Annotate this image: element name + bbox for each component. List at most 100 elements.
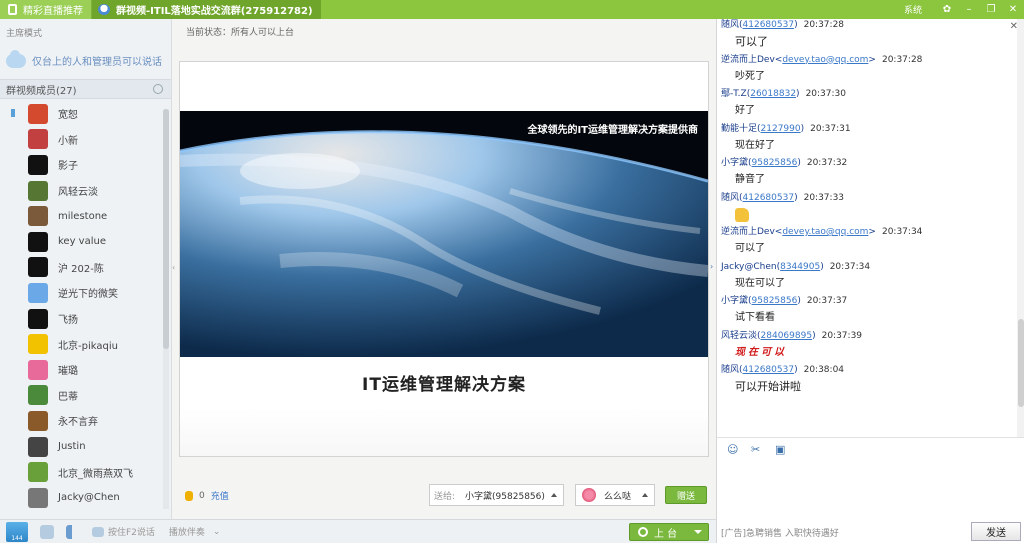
avatar[interactable] bbox=[28, 359, 48, 380]
avatar[interactable] bbox=[28, 462, 48, 483]
member-row[interactable]: 影子 bbox=[0, 152, 162, 178]
avatar[interactable] bbox=[28, 436, 48, 457]
tab-live-recommend[interactable]: 精彩直播推荐 bbox=[0, 0, 92, 19]
sender-name[interactable]: 随风 bbox=[721, 20, 739, 30]
avatar[interactable] bbox=[28, 231, 48, 252]
recharge-link[interactable]: 充值 bbox=[211, 489, 229, 502]
current-status: 当前状态：所有人可以上台 bbox=[186, 28, 295, 38]
avatar[interactable] bbox=[28, 282, 48, 303]
member-row[interactable]: 飞扬 bbox=[0, 306, 162, 332]
sender-id-link[interactable]: 26018832 bbox=[750, 89, 796, 99]
gift-recipient-select[interactable]: 送给: 小字黛(95825856) bbox=[429, 484, 564, 506]
emoji-icon[interactable]: ☺ bbox=[727, 443, 739, 456]
send-gift-button[interactable]: 赠送 bbox=[665, 486, 707, 504]
avatar[interactable] bbox=[28, 206, 48, 227]
member-row[interactable]: 北京-pikaqiu bbox=[0, 331, 162, 357]
sender-id-link[interactable]: 2127990 bbox=[761, 124, 801, 134]
chat-scrollbar[interactable] bbox=[1017, 19, 1024, 437]
avatar[interactable] bbox=[28, 410, 48, 431]
sender-name[interactable]: 随风 bbox=[721, 193, 739, 203]
sender-id-link[interactable]: 412680537 bbox=[743, 193, 795, 203]
minimize-icon[interactable]: – bbox=[958, 0, 980, 19]
send-button[interactable]: 发送 bbox=[971, 522, 1021, 541]
sender-id-link[interactable]: 412680537 bbox=[743, 365, 795, 375]
sender-id-link[interactable]: 95825856 bbox=[752, 158, 798, 168]
chat-message: 小字黛(95825856) 20:37:37 试下看看 bbox=[717, 295, 1017, 330]
collapse-right-icon[interactable]: › bbox=[710, 262, 713, 271]
sender-id-link[interactable]: devey.tao@qq.com bbox=[782, 227, 868, 237]
member-row[interactable]: 璀璐 bbox=[0, 357, 162, 383]
member-row[interactable]: Jacky@Chen bbox=[0, 485, 162, 511]
sender-name[interactable]: 小字黛 bbox=[721, 296, 748, 306]
scroll-thumb[interactable] bbox=[163, 109, 169, 349]
sender-name[interactable]: 随风 bbox=[721, 365, 739, 375]
caret-up-icon[interactable] bbox=[551, 493, 557, 497]
member-row[interactable]: 沪 202-陈 bbox=[0, 255, 162, 281]
member-row[interactable]: 小新 bbox=[0, 127, 162, 153]
avatar[interactable] bbox=[28, 487, 48, 508]
sender-id-link[interactable]: 412680537 bbox=[743, 20, 795, 30]
member-scrollbar[interactable] bbox=[163, 109, 169, 509]
sender-name[interactable]: 鄢-T.Z bbox=[721, 89, 747, 99]
play-accompaniment[interactable]: 播放伴奏 bbox=[169, 525, 205, 538]
avatar[interactable] bbox=[28, 103, 48, 124]
member-row[interactable]: 永不言弃 bbox=[0, 408, 162, 434]
member-row[interactable]: 巴蒂 bbox=[0, 383, 162, 409]
member-row[interactable]: 宽恕 bbox=[0, 101, 162, 127]
sender-name[interactable]: 逆流而上Dev< bbox=[721, 55, 782, 65]
caret-up-icon[interactable] bbox=[642, 493, 648, 497]
avatar[interactable] bbox=[28, 154, 48, 175]
gift-bar: 0 充值 送给: 小字黛(95825856) 么么哒 赠送 bbox=[179, 479, 713, 509]
chat-history: 随风(412680537) 20:37:28 可以了 逆流而上Dev<devey.ta… bbox=[717, 19, 1017, 437]
sender-id-link[interactable]: 95825856 bbox=[752, 296, 798, 306]
sender-id-link[interactable]: 284069895 bbox=[761, 331, 813, 341]
ad-link[interactable]: [广告]急聘销售 入职快待遇好 bbox=[717, 526, 839, 539]
sender-name[interactable]: 勤能十足 bbox=[721, 124, 757, 134]
skin-icon[interactable]: ✿ bbox=[936, 0, 958, 19]
person-icon[interactable] bbox=[153, 84, 163, 94]
message-header: 小字黛(95825856) 20:37:37 bbox=[717, 295, 1017, 308]
tab-group-video[interactable]: 群视频-ITIL落地实战交流群(275912782) bbox=[92, 0, 321, 19]
sender-name[interactable]: 风轻云淡 bbox=[721, 331, 757, 341]
close-icon[interactable]: ✕ bbox=[1002, 0, 1024, 19]
avatar[interactable] bbox=[28, 257, 48, 278]
sender-id-link[interactable]: 8344905 bbox=[780, 262, 820, 272]
member-row[interactable]: 风轻云淡 bbox=[0, 178, 162, 204]
keyboard-icon[interactable] bbox=[92, 526, 104, 537]
avatar[interactable] bbox=[28, 308, 48, 329]
self-avatar[interactable]: 144 bbox=[6, 521, 28, 542]
system-menu[interactable]: 系统 bbox=[904, 3, 922, 16]
member-row[interactable]: Justin bbox=[0, 434, 162, 460]
member-row[interactable]: key value bbox=[0, 229, 162, 255]
image-icon[interactable]: ▣ bbox=[775, 443, 787, 456]
member-row[interactable]: 北京_微雨燕双飞 bbox=[0, 459, 162, 485]
message-header: 随风(412680537) 20:37:28 bbox=[717, 19, 1017, 32]
member-row[interactable]: 逆光下的微笑 bbox=[0, 280, 162, 306]
go-on-stage-button[interactable]: 上 台 bbox=[629, 523, 709, 541]
scroll-thumb[interactable] bbox=[1018, 319, 1024, 407]
collapse-left-icon[interactable]: ‹ bbox=[172, 263, 178, 273]
mode-label[interactable]: 主席模式 bbox=[6, 26, 42, 39]
member-row[interactable]: milestone bbox=[0, 203, 162, 229]
avatar[interactable] bbox=[28, 385, 48, 406]
message-text: 可以开始讲啦 bbox=[735, 380, 801, 393]
chevron-down-icon[interactable]: ⌄ bbox=[213, 527, 221, 537]
mic-icon[interactable] bbox=[40, 524, 54, 539]
chat-input[interactable] bbox=[717, 461, 1024, 517]
chevron-down-icon[interactable] bbox=[694, 530, 702, 534]
volume-icon[interactable] bbox=[66, 524, 78, 539]
sender-name[interactable]: 小字黛 bbox=[721, 158, 748, 168]
gift-select[interactable]: 么么哒 bbox=[575, 484, 655, 506]
maximize-icon[interactable]: ❐ bbox=[980, 0, 1002, 19]
scissors-icon[interactable]: ✂ bbox=[751, 443, 763, 456]
push-to-talk-hint[interactable]: 按住F2说话 bbox=[108, 525, 155, 538]
avatar[interactable] bbox=[28, 334, 48, 355]
bottom-bar: 144 按住F2说话 播放伴奏 ⌄ 上 台 bbox=[0, 519, 716, 543]
avatar[interactable] bbox=[28, 129, 48, 150]
message-text: 吵死了 bbox=[735, 70, 765, 82]
sender-id-link[interactable]: devey.tao@qq.com bbox=[782, 55, 868, 65]
avatar[interactable] bbox=[28, 180, 48, 201]
close-icon[interactable]: ✕ bbox=[1010, 21, 1018, 32]
sender-name[interactable]: Jacky@Chen bbox=[721, 262, 777, 272]
sender-name[interactable]: 逆流而上Dev< bbox=[721, 227, 782, 237]
